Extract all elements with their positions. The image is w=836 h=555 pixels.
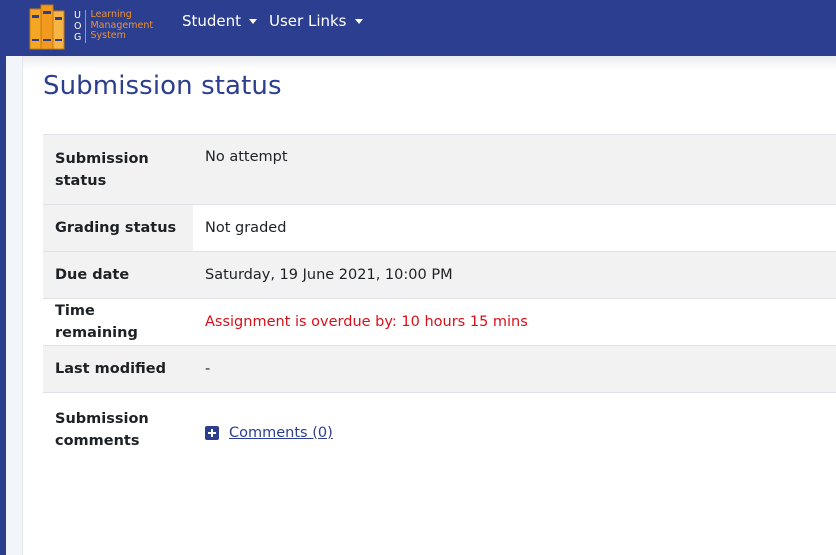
row-value: Not graded [193,204,836,252]
grading-status-value: Not graded [205,220,287,236]
row-label: Submission status [43,135,193,205]
books-logo-icon [29,4,65,50]
logo-text: Learning Management System [90,10,153,42]
caret-down-icon [249,19,258,24]
nav-student-label: Student [182,12,242,30]
submission-status-value: No attempt [205,149,288,165]
table-row: Grading status Not graded [43,204,836,252]
logo-letter: O [74,20,82,32]
comments-link-label: Comments (0) [229,424,333,441]
logo-letters: U O G [74,9,87,43]
top-navbar: U O G Learning Management System Student… [0,0,836,56]
logo-letter: G [74,31,82,43]
table-row: Time remaining Assignment is overdue by:… [43,298,836,346]
row-label: Time remaining [55,303,138,341]
logo-text-line: System [90,30,126,42]
row-label-text: Submission status [55,150,149,189]
table-row: Submission comments Comments (0) [43,392,836,468]
row-label: Grading status [43,204,193,252]
logo-letter: U [74,9,81,21]
row-label: Last modified [55,361,167,377]
row-label-text: Submission comments [55,411,149,450]
nav-user-links-dropdown[interactable]: User Links [269,12,363,30]
row-value: Assignment is overdue by: 10 hours 15 mi… [193,299,836,346]
last-modified-value: - [205,361,211,377]
row-value: No attempt [193,135,836,205]
caret-down-icon [354,19,363,24]
table-row: Due date Saturday, 19 June 2021, 10:00 P… [43,251,836,299]
submission-status-table: Submission status No attempt Grading sta… [43,134,836,468]
row-value: - [193,346,836,393]
drawer-edge [6,56,23,555]
nav-student-dropdown[interactable]: Student [182,12,258,30]
due-date-value: Saturday, 19 June 2021, 10:00 PM [205,267,453,283]
row-value: Saturday, 19 June 2021, 10:00 PM [193,252,836,299]
header-shadow [23,56,836,70]
table-row: Last modified - [43,345,836,393]
row-value: Comments (0) [193,393,836,468]
nav-user-links-label: User Links [269,12,347,30]
row-label: Due date [55,267,130,283]
site-logo[interactable]: U O G Learning Management System [28,0,153,52]
plus-square-icon [205,425,219,440]
time-remaining-value: Assignment is overdue by: 10 hours 15 mi… [205,314,528,330]
table-row: Submission status No attempt [43,134,836,205]
page-title: Submission status [43,71,282,101]
comments-link[interactable]: Comments (0) [205,425,333,441]
row-label: Submission comments [43,393,193,468]
